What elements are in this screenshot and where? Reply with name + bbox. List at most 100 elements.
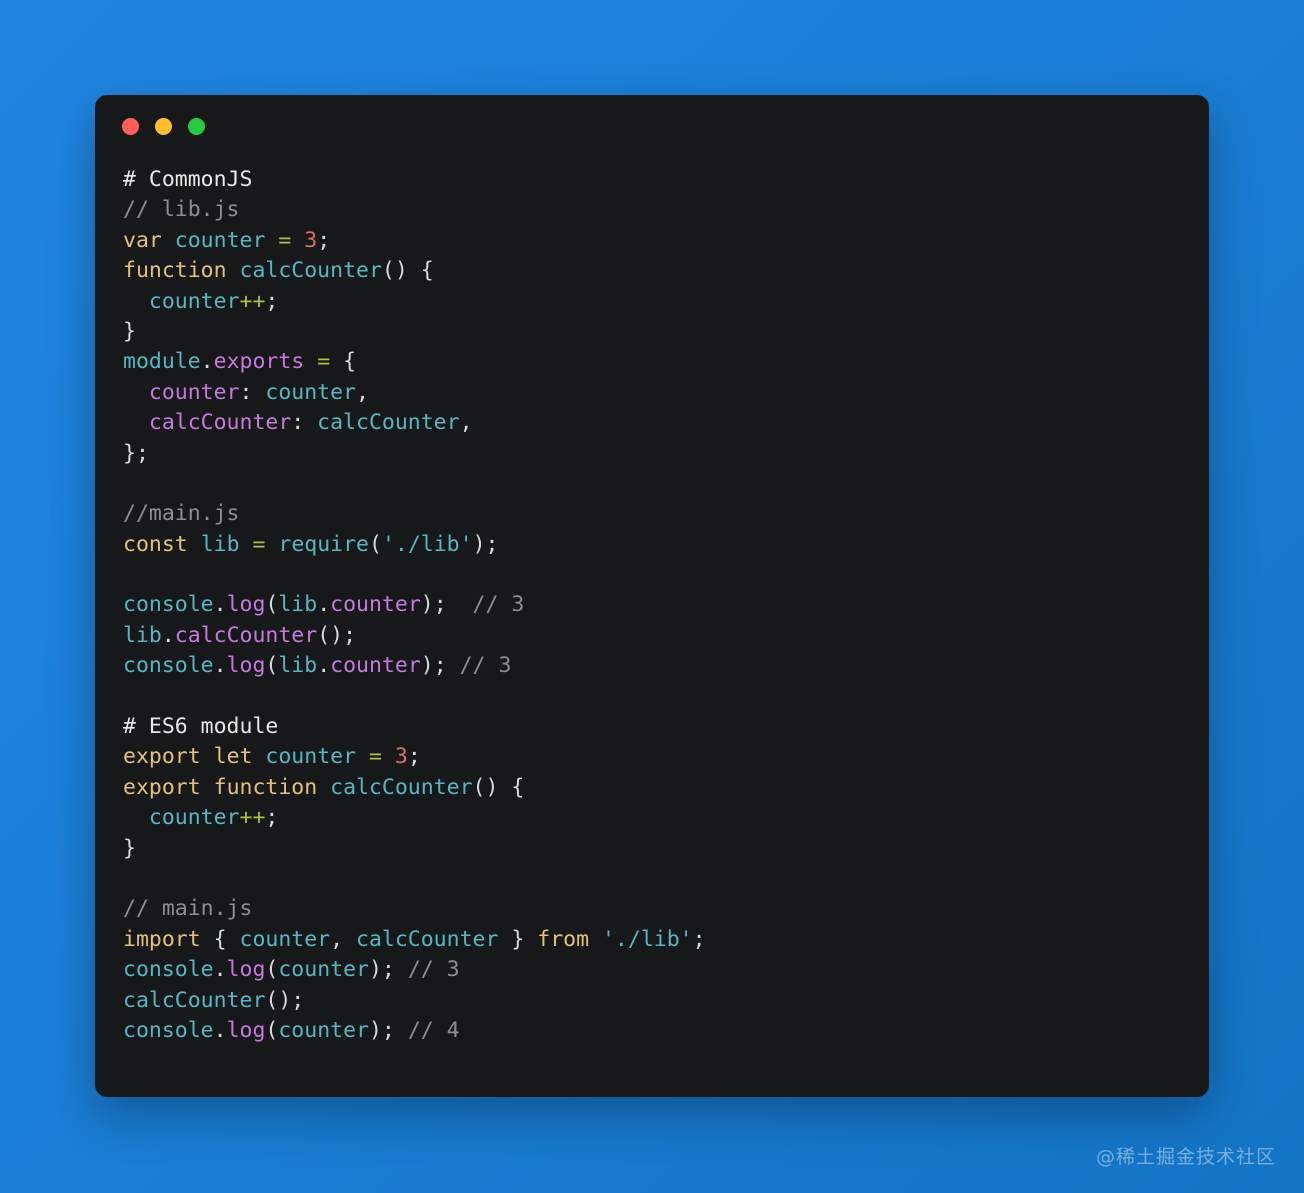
code-token: : xyxy=(291,410,318,436)
code-token: let xyxy=(213,744,253,770)
code-token: } xyxy=(123,318,136,344)
code-token: // 3 xyxy=(472,592,525,618)
code-token: from xyxy=(537,926,590,952)
code-token: console xyxy=(123,1017,214,1043)
code-token: = xyxy=(368,744,382,770)
code-line: const lib = require('./lib'); xyxy=(123,530,1181,560)
code-token: './lib' xyxy=(601,926,693,952)
page-background: # CommonJS// lib.js var counter = 3; funct… xyxy=(0,0,1304,1193)
code-token: require xyxy=(278,531,369,557)
code-token: ; xyxy=(407,744,421,770)
code-token: () { xyxy=(381,258,434,284)
code-token: calcCounter xyxy=(174,622,318,648)
code-token: . xyxy=(213,1017,227,1043)
code-token: calcCounter xyxy=(317,410,460,436)
code-token: (); xyxy=(317,622,357,648)
code-line: console.log(counter); // 4 xyxy=(123,1016,1181,1046)
code-token: ; xyxy=(265,288,279,314)
code-line: lib.calcCounter(); xyxy=(123,621,1181,651)
code-token: ( xyxy=(265,592,279,618)
code-line: } xyxy=(123,317,1181,347)
code-token: = xyxy=(278,227,292,253)
code-token: , xyxy=(330,926,357,952)
code-token: counter xyxy=(265,379,356,405)
code-line: var counter = 3; xyxy=(123,226,1181,256)
code-line: import { counter, calcCounter } from './… xyxy=(123,925,1181,955)
code-token: ; xyxy=(692,926,706,952)
code-token: './lib' xyxy=(381,531,473,557)
code-token: counter xyxy=(148,805,240,831)
code-token: . xyxy=(161,622,175,648)
code-token: , xyxy=(459,410,473,436)
code-token: console xyxy=(123,957,214,983)
code-token: counter xyxy=(278,957,369,983)
code-token: . xyxy=(213,653,227,679)
code-token: ( xyxy=(265,957,279,983)
code-token: ); xyxy=(368,1017,408,1043)
code-token: (); xyxy=(265,987,305,1013)
code-token: // 4 xyxy=(407,1017,460,1043)
minimize-button[interactable] xyxy=(155,117,172,135)
code-line: calcCounter: calcCounter, xyxy=(123,408,1181,438)
code-token: var xyxy=(123,227,162,253)
code-token: }; xyxy=(123,440,149,466)
code-token: calcCounter xyxy=(123,987,266,1013)
code-token: . xyxy=(213,957,227,983)
code-token: ; xyxy=(317,227,331,253)
code-token: console xyxy=(123,592,214,618)
code-line: # CommonJS xyxy=(123,165,1181,195)
code-token: log xyxy=(226,957,266,983)
code-window: # CommonJS// lib.js var counter = 3; funct… xyxy=(95,95,1209,1097)
code-token: 3 xyxy=(394,744,408,770)
code-token: import xyxy=(123,926,201,952)
code-line: calcCounter(); xyxy=(123,986,1181,1016)
code-token: . xyxy=(200,349,214,375)
code-token: counter xyxy=(148,379,240,405)
close-button[interactable] xyxy=(122,117,139,135)
code-token: { xyxy=(200,926,240,952)
code-token: // main.js xyxy=(123,896,253,922)
code-line: // main.js xyxy=(123,894,1181,924)
code-token: log xyxy=(226,1017,266,1043)
code-token: const xyxy=(123,531,188,557)
window-titlebar xyxy=(95,95,1209,157)
maximize-button[interactable] xyxy=(188,117,205,135)
code-token: function xyxy=(213,774,318,800)
code-token: counter xyxy=(278,1017,369,1043)
code-token: module xyxy=(123,349,201,375)
code-token: ); xyxy=(420,653,460,679)
code-line: export function calcCounter() { xyxy=(123,773,1181,803)
code-token: counter xyxy=(239,926,331,952)
code-token: counter xyxy=(174,227,266,253)
code-line: console.log(lib.counter); // 3 xyxy=(123,651,1181,681)
code-token: ); xyxy=(420,592,473,618)
code-token: counter xyxy=(330,653,421,679)
code-token: . xyxy=(317,653,331,679)
code-token: export xyxy=(123,774,201,800)
code-token: counter xyxy=(330,592,421,618)
code-line: function calcCounter() { xyxy=(123,256,1181,286)
code-token: calcCounter xyxy=(330,774,473,800)
code-token: lib xyxy=(278,592,318,618)
code-block[interactable]: # CommonJS// lib.js var counter = 3; funct… xyxy=(95,157,1209,1046)
code-line: } xyxy=(123,834,1181,864)
code-token: calcCounter xyxy=(148,410,292,436)
code-token: { xyxy=(330,349,357,375)
